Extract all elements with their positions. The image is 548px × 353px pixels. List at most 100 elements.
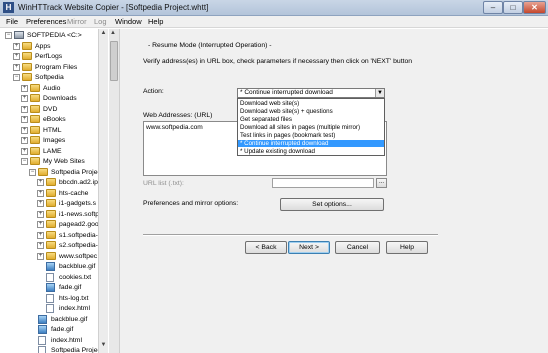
action-option[interactable]: * Continue interrupted download	[238, 140, 384, 147]
cancel-button[interactable]: Cancel	[335, 241, 380, 254]
tree-item[interactable]: − SOFTPEDIA <C:>	[0, 30, 98, 41]
menu-bar: File Preferences Mirror Log Window Help	[0, 16, 548, 28]
menu-preferences[interactable]: Preferences	[26, 17, 66, 26]
next-button[interactable]: Next >	[288, 241, 330, 254]
action-select[interactable]: * Continue interrupted download ▼	[237, 88, 385, 98]
menu-mirror[interactable]: Mirror	[67, 17, 87, 26]
tree-item[interactable]: − Softpedia	[0, 72, 98, 83]
text-file-icon	[38, 346, 46, 353]
action-option[interactable]: Test links in pages (bookmark test)	[238, 132, 384, 139]
tree-item-label: DVD	[43, 105, 58, 113]
tree-item-label: Audio	[43, 84, 61, 92]
wizard-panel	[109, 29, 548, 353]
tree-item[interactable]: + bbcdn.ad2.ip	[0, 177, 98, 188]
tree-item[interactable]: + Images	[0, 135, 98, 146]
tree-item-label: PerfLogs	[35, 53, 63, 60]
tree-item[interactable]: + Audio	[0, 83, 98, 94]
url-list-input[interactable]	[272, 178, 374, 188]
browse-button[interactable]: ...	[376, 178, 387, 188]
maximize-button[interactable]: □	[503, 1, 523, 14]
back-button[interactable]: < Back	[245, 241, 287, 254]
button-divider	[143, 234, 438, 236]
wizard-scrollbar[interactable]: ▲	[109, 29, 120, 353]
scroll-up-icon[interactable]: ▲	[99, 30, 108, 39]
tree-item[interactable]: + PerfLogs	[0, 51, 98, 62]
tree-item[interactable]: + Apps	[0, 41, 98, 52]
expand-toggle-icon[interactable]: −	[21, 158, 28, 165]
menu-file[interactable]: File	[6, 17, 18, 26]
tree-item[interactable]: + pagead2.goo	[0, 219, 99, 230]
set-options-button[interactable]: Set options...	[280, 198, 384, 211]
tree-item[interactable]: + eBooks	[0, 114, 98, 125]
scroll-down-icon[interactable]: ▼	[99, 342, 108, 351]
tree-item[interactable]: + s2.softpedia-	[0, 240, 98, 251]
expand-toggle-icon[interactable]: +	[37, 221, 44, 228]
tree-item[interactable]: + Downloads	[0, 93, 98, 104]
tree-item[interactable]: backblue.gif	[0, 314, 98, 325]
menu-window[interactable]: Window	[115, 17, 142, 26]
scroll-thumb[interactable]	[110, 41, 118, 81]
folder-icon	[46, 220, 56, 228]
expand-toggle-icon[interactable]: +	[21, 137, 28, 144]
tree-item[interactable]: Softpedia Projec	[0, 345, 101, 353]
minimize-button[interactable]: –	[483, 1, 503, 14]
action-option[interactable]: Download all sites in pages (multiple mi…	[238, 124, 384, 131]
tree-scrollbar[interactable]: ▲ ▼	[98, 29, 108, 353]
expand-toggle-icon[interactable]: −	[5, 32, 12, 39]
expand-toggle-icon[interactable]: +	[37, 179, 44, 186]
expand-toggle-icon[interactable]: +	[21, 105, 28, 113]
tree-item[interactable]: fade.gif	[0, 324, 98, 335]
tree-item[interactable]: + i1-news.softp	[0, 209, 99, 220]
tree-item[interactable]: index.html	[0, 303, 98, 314]
action-option[interactable]: Download web site(s)	[238, 100, 384, 107]
expand-toggle-icon[interactable]: +	[37, 200, 44, 207]
expand-toggle-icon[interactable]: +	[37, 242, 44, 249]
chevron-down-icon[interactable]: ▼	[375, 89, 384, 97]
expand-toggle-icon[interactable]: +	[21, 116, 28, 123]
action-option[interactable]: Get separated files	[238, 116, 384, 123]
tree-item[interactable]: + hts-cache	[0, 188, 98, 199]
expand-toggle-icon[interactable]: +	[21, 147, 28, 155]
close-button[interactable]: ✕	[523, 1, 546, 14]
expand-toggle-icon[interactable]: +	[37, 252, 44, 260]
tree-item[interactable]: + i1-gadgets.s	[0, 198, 98, 209]
expand-toggle-icon[interactable]: +	[37, 189, 44, 197]
tree-item[interactable]: + Program Files	[0, 62, 98, 73]
tree-item[interactable]: fade.gif	[0, 282, 98, 293]
web-addresses-label: Web Addresses: (URL)	[143, 112, 213, 119]
tree-item[interactable]: hts-log.txt	[0, 293, 98, 304]
menu-help[interactable]: Help	[148, 17, 163, 26]
tree-item-label: pagead2.goo	[59, 221, 99, 228]
app-icon: H	[3, 2, 14, 13]
expand-toggle-icon[interactable]: +	[13, 53, 20, 60]
tree-item[interactable]: + s1.softpedia-	[0, 230, 98, 241]
tree-item[interactable]: − Softpedia Projec	[0, 167, 101, 178]
expand-toggle-icon[interactable]: +	[21, 84, 28, 92]
action-option[interactable]: * Update existing download	[238, 148, 384, 155]
tree-item[interactable]: index.html	[0, 335, 98, 346]
tree-item[interactable]: + HTML	[0, 125, 98, 136]
expand-toggle-icon[interactable]: −	[13, 74, 20, 81]
menu-log[interactable]: Log	[94, 17, 107, 26]
folder-icon	[30, 115, 40, 123]
tree-item[interactable]: + DVD	[0, 104, 98, 115]
tree-item[interactable]: cookies.txt	[0, 272, 98, 283]
tree-item[interactable]: + www.softpec	[0, 251, 98, 262]
text-file-icon	[46, 304, 54, 313]
scroll-up-icon[interactable]: ▲	[110, 30, 116, 36]
tree-item[interactable]: − My Web Sites	[0, 156, 98, 167]
action-label: Action:	[143, 88, 164, 95]
expand-toggle-icon[interactable]: +	[13, 42, 20, 50]
action-option[interactable]: Download web site(s) + questions	[238, 108, 384, 115]
folder-icon	[46, 188, 56, 197]
help-button[interactable]: Help	[386, 241, 428, 254]
expand-toggle-icon[interactable]: +	[13, 63, 20, 71]
tree-item[interactable]: backblue.gif	[0, 261, 98, 272]
expand-toggle-icon[interactable]: +	[37, 231, 44, 239]
expand-toggle-icon[interactable]: +	[21, 126, 28, 134]
expand-toggle-icon[interactable]: +	[37, 210, 44, 218]
expand-toggle-icon[interactable]: +	[21, 95, 28, 102]
tree-item[interactable]: + LAME	[0, 146, 98, 157]
expand-toggle-icon[interactable]: −	[29, 168, 36, 176]
folder-icon	[46, 241, 56, 249]
